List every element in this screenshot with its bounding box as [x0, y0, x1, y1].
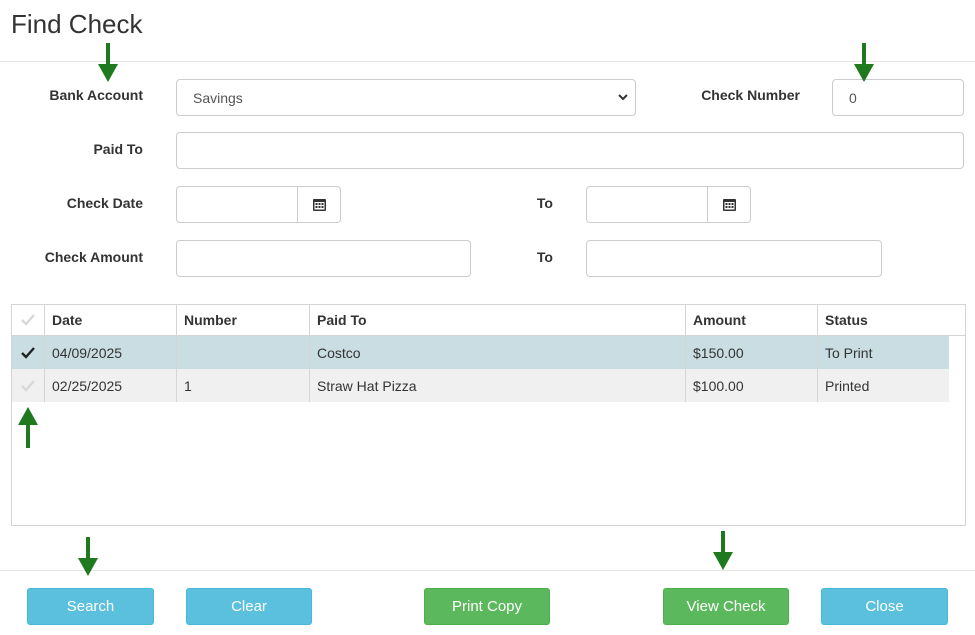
- column-header-number[interactable]: Number: [177, 305, 310, 335]
- check-date-from-calendar-button[interactable]: [298, 186, 341, 223]
- chevron-down-icon: [618, 94, 628, 101]
- calendar-icon: [312, 199, 326, 211]
- checks-grid: Date Number Paid To Amount Status 04/09/…: [11, 304, 966, 526]
- row-checkbox[interactable]: [12, 336, 45, 369]
- check-amount-label: Check Amount: [44, 249, 143, 265]
- check-date-from-input[interactable]: [176, 186, 298, 223]
- page-title: Find Check: [11, 9, 143, 39]
- check-amount-from-input[interactable]: [176, 240, 471, 277]
- arrow-down-icon: [98, 43, 118, 82]
- cell-number: 1: [177, 369, 310, 402]
- row-checkbox[interactable]: [12, 369, 45, 402]
- column-header-paid-to[interactable]: Paid To: [310, 305, 686, 335]
- cell-amount: $150.00: [686, 336, 818, 369]
- check-date-to-input[interactable]: [586, 186, 708, 223]
- arrow-up-icon: [18, 407, 38, 448]
- cell-amount: $100.00: [686, 369, 818, 402]
- view-check-button[interactable]: View Check: [663, 588, 789, 625]
- cell-date: 04/09/2025: [45, 336, 177, 369]
- select-all-checkbox[interactable]: [12, 305, 45, 335]
- cell-number: [177, 336, 310, 369]
- check-date-from-picker: [176, 186, 341, 223]
- search-button[interactable]: Search: [27, 588, 154, 625]
- column-header-date[interactable]: Date: [45, 305, 177, 335]
- check-date-to-label: To: [536, 195, 553, 211]
- check-number-value: 0: [849, 89, 857, 106]
- print-copy-button[interactable]: Print Copy: [424, 588, 550, 625]
- table-row[interactable]: 02/25/2025 1 Straw Hat Pizza $100.00 Pri…: [12, 369, 949, 402]
- grid-header: Date Number Paid To Amount Status: [12, 305, 965, 336]
- close-button[interactable]: Close: [821, 588, 948, 625]
- check-number-label: Check Number: [701, 87, 800, 103]
- column-header-status[interactable]: Status: [818, 305, 965, 335]
- arrow-down-icon: [713, 531, 733, 570]
- header-divider: [0, 61, 975, 62]
- arrow-down-icon: [78, 537, 98, 576]
- checkmark-icon: [21, 379, 35, 392]
- clear-button[interactable]: Clear: [186, 588, 312, 625]
- cell-status: Printed: [825, 377, 870, 394]
- footer-divider: [0, 570, 975, 571]
- bank-account-label: Bank Account: [49, 87, 143, 103]
- check-date-to-calendar-button[interactable]: [708, 186, 751, 223]
- checkmark-icon: [21, 346, 35, 359]
- check-number-input[interactable]: 0: [832, 79, 964, 116]
- check-date-label: Check Date: [66, 195, 143, 211]
- check-date-to-picker: [586, 186, 751, 223]
- arrow-down-icon: [854, 43, 874, 82]
- column-header-amount[interactable]: Amount: [686, 305, 818, 335]
- table-row[interactable]: 04/09/2025 Costco $150.00 To Print: [12, 336, 949, 369]
- cell-date: 02/25/2025: [45, 369, 177, 402]
- check-amount-to-input[interactable]: [586, 240, 882, 277]
- calendar-icon: [722, 199, 736, 211]
- cell-status: To Print: [825, 344, 873, 361]
- cell-paid-to: Costco: [310, 336, 686, 369]
- check-amount-to-label: To: [536, 249, 553, 265]
- cell-paid-to: Straw Hat Pizza: [310, 369, 686, 402]
- bank-account-value: Savings: [193, 89, 243, 106]
- bank-account-select[interactable]: Savings: [176, 79, 636, 116]
- paid-to-label: Paid To: [93, 141, 143, 157]
- paid-to-input[interactable]: [176, 132, 964, 169]
- checkmark-icon: [21, 314, 35, 326]
